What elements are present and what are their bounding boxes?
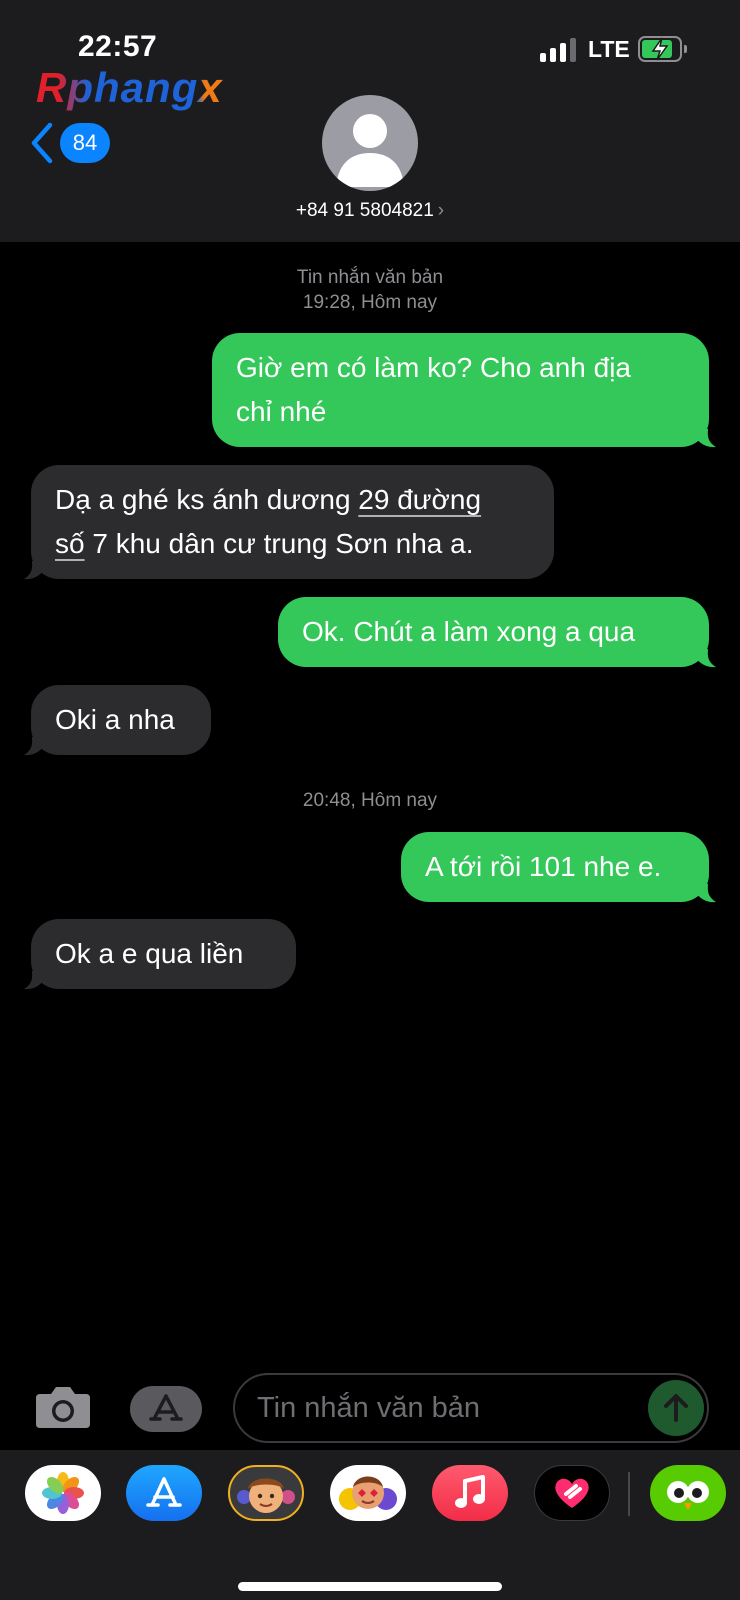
music-app-button[interactable] xyxy=(432,1465,508,1521)
outgoing-message-bubble[interactable]: A tới rồi 101 nhe e. xyxy=(401,832,709,902)
duolingo-app-button[interactable] xyxy=(650,1465,726,1521)
outgoing-message-bubble[interactable]: Giờ em có làm ko? Cho anh địa chỉ nhé xyxy=(212,333,709,447)
bubble-tail xyxy=(692,429,716,448)
contact-name-button[interactable]: +84 91 5804821 › xyxy=(0,200,740,222)
app-store-a-icon xyxy=(149,1394,183,1421)
home-indicator[interactable] xyxy=(238,1582,502,1591)
photos-icon xyxy=(42,1472,84,1514)
app-strip-divider xyxy=(628,1472,630,1516)
bubble-tail xyxy=(692,884,716,903)
conversation-header: 22:57 LTE Rphangx 84 +84 91 5804821 › xyxy=(0,0,740,242)
animoji-stickers-app-button[interactable] xyxy=(330,1465,406,1521)
bubble-tail xyxy=(24,561,48,580)
message-text-line: chỉ nhé xyxy=(236,396,327,427)
incoming-message-bubble[interactable]: Oki a nha xyxy=(31,685,211,755)
camera-button[interactable] xyxy=(34,1384,92,1430)
battery-charging-icon xyxy=(638,36,688,62)
network-type: LTE xyxy=(588,36,630,62)
back-button[interactable]: 84 xyxy=(30,120,110,166)
app-store-app-button[interactable] xyxy=(126,1465,202,1521)
fitness-app-button[interactable] xyxy=(534,1465,610,1521)
bubble-tail xyxy=(692,649,716,668)
message-text: 7 khu dân cư trung Sơn nha a. xyxy=(84,528,474,559)
timestamp: 20:48, Hôm nay xyxy=(302,790,438,811)
conversation-type-label: Tin nhắn văn bản xyxy=(296,267,444,288)
timestamp: 19:28, Hôm nay xyxy=(302,292,438,313)
outgoing-message-bubble[interactable]: Ok. Chút a làm xong a qua xyxy=(278,597,709,667)
message-text: Ok. Chút a làm xong a qua xyxy=(302,616,636,647)
send-button[interactable] xyxy=(648,1380,704,1436)
arrow-up-icon xyxy=(664,1394,688,1422)
contact-phone-number: +84 91 5804821 xyxy=(295,200,434,221)
camera-icon xyxy=(36,1387,90,1428)
address-link[interactable]: số xyxy=(55,528,85,559)
status-time: 22:57 xyxy=(78,30,158,63)
unread-count-badge: 84 xyxy=(60,123,110,163)
memoji-app-button[interactable] xyxy=(228,1465,304,1521)
message-text: Dạ a ghé ks ánh dương xyxy=(55,484,359,515)
chevron-right-icon: › xyxy=(437,200,445,221)
message-text: A tới rồi 101 nhe e. xyxy=(425,851,662,882)
incoming-message-bubble[interactable]: Ok a e qua liền xyxy=(31,919,296,989)
memoji-icon xyxy=(237,1478,295,1513)
fitness-heart-icon xyxy=(555,1478,589,1508)
cellular-signal-icon xyxy=(540,38,576,62)
message-text: Ok a e qua liền xyxy=(55,938,244,969)
person-silhouette-icon xyxy=(336,114,404,187)
watermark-logo: Rphangx xyxy=(36,64,223,111)
incoming-message-bubble[interactable]: Dạ a ghé ks ánh dương 29 đường số 7 khu … xyxy=(31,465,554,579)
contact-avatar[interactable] xyxy=(322,95,418,191)
app-store-icon xyxy=(146,1477,182,1507)
message-input[interactable] xyxy=(233,1373,709,1443)
animoji-stickers-icon xyxy=(339,1476,397,1510)
imessage-app-strip xyxy=(0,1450,740,1600)
address-link[interactable]: 29 đường xyxy=(358,484,481,515)
chevron-left-icon xyxy=(31,122,53,164)
music-icon xyxy=(455,1475,485,1508)
message-text-line: Giờ em có làm ko? Cho anh địa xyxy=(236,352,631,383)
bubble-tail xyxy=(24,737,48,756)
message-text: Oki a nha xyxy=(55,704,175,735)
app-drawer-button[interactable] xyxy=(130,1386,202,1432)
duolingo-icon xyxy=(667,1481,709,1510)
bubble-tail xyxy=(24,971,48,990)
photos-app-button[interactable] xyxy=(25,1465,101,1521)
